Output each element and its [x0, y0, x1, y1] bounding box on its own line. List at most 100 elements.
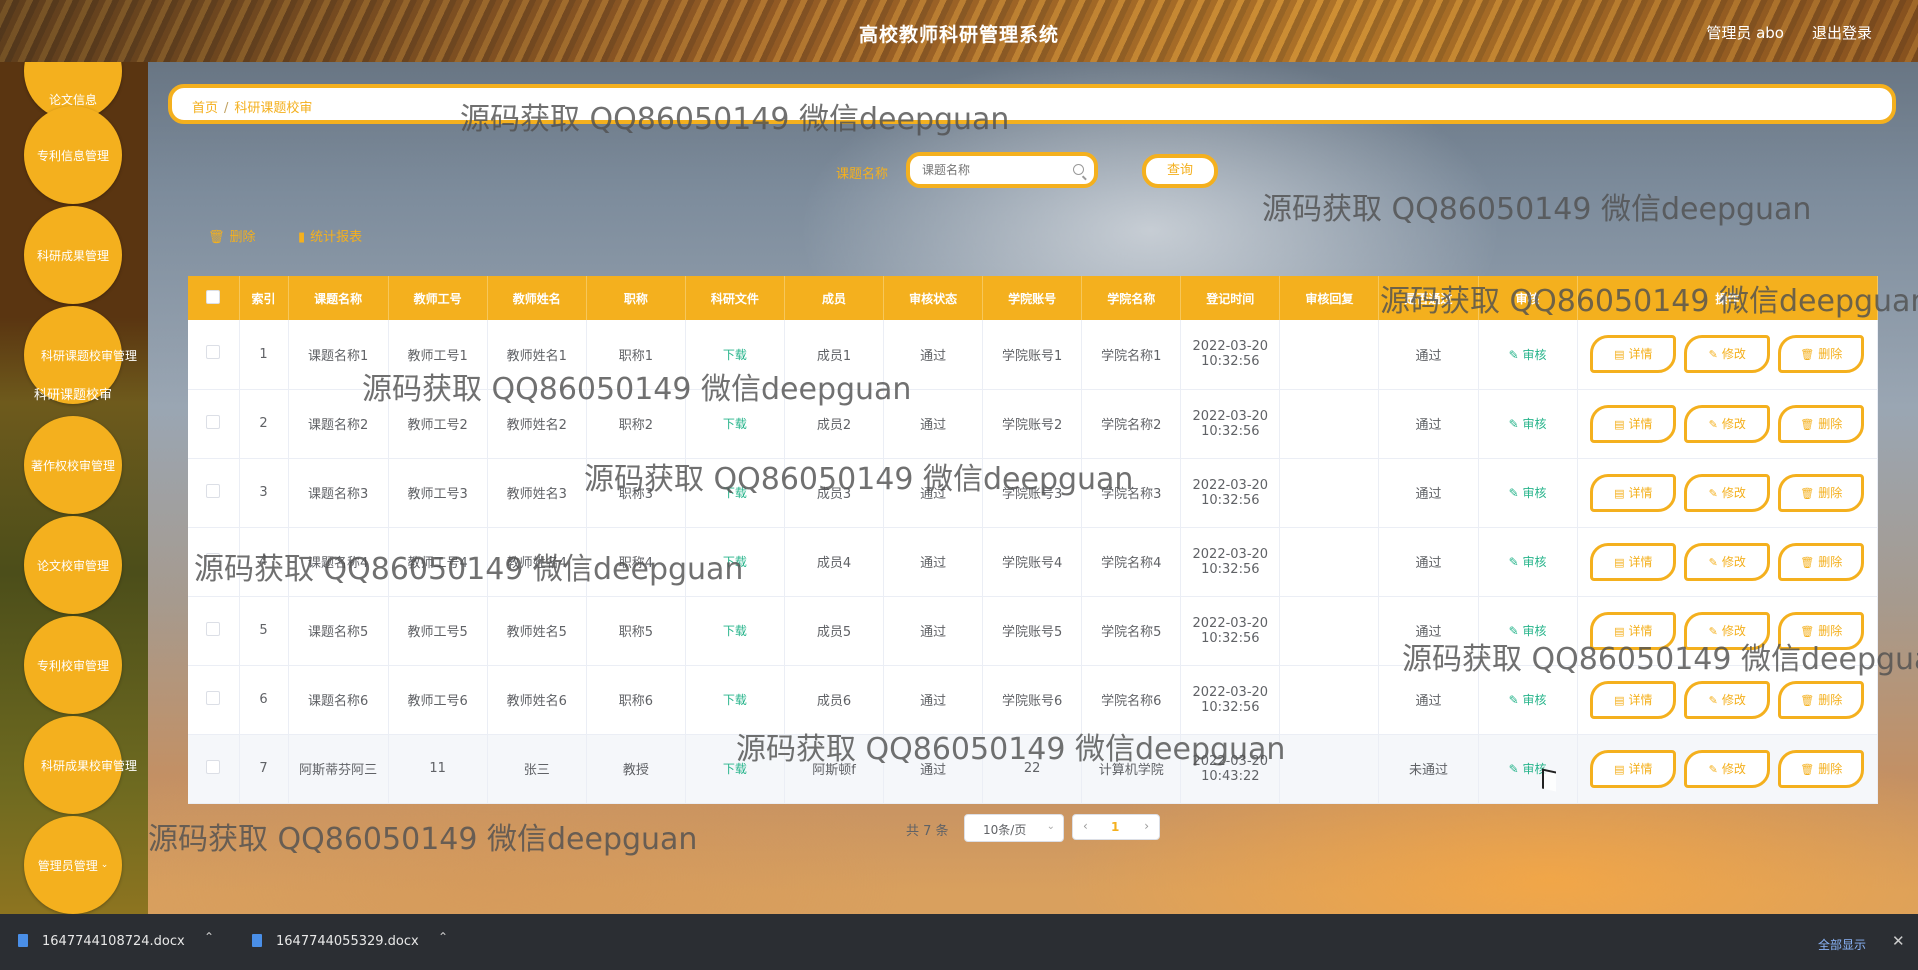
- audit-link[interactable]: ✎ 审核: [1509, 486, 1547, 500]
- edit-pen-icon: ✎: [1708, 555, 1718, 569]
- delete-button[interactable]: 🗑 删除: [1778, 542, 1865, 581]
- report-button[interactable]: ▮ 统计报表: [298, 226, 362, 245]
- table-row: 5 课题名称5 教师工号5 教师姓名5 职称5 下载 成员5 通过 学院账号5 学院名称5 2022…: [188, 596, 1879, 666]
- row-checkbox[interactable]: [206, 483, 221, 498]
- delete-label: 删除: [1818, 347, 1843, 362]
- download-file-item[interactable]: 1647744055329.docx: [252, 934, 419, 949]
- batch-delete-button[interactable]: 🗑 删除: [208, 226, 256, 245]
- detail-button[interactable]: ▤ 详情: [1590, 542, 1677, 581]
- download-link[interactable]: 下载: [723, 348, 747, 362]
- delete-button[interactable]: 🗑 删除: [1778, 404, 1865, 443]
- row-checkbox[interactable]: [206, 552, 221, 567]
- sidebar-subitem-project-review[interactable]: 科研课题校审: [0, 384, 148, 403]
- cell-index: 3: [239, 458, 289, 528]
- cell-register-time: 2022-03-20 10:32:56: [1180, 389, 1281, 459]
- delete-button[interactable]: 🗑 删除: [1778, 335, 1865, 374]
- edit-button[interactable]: ✎ 修改: [1684, 542, 1771, 581]
- edit-button[interactable]: ✎ 修改: [1684, 473, 1771, 512]
- sidebar-item-label: 科研成果校审管理: [40, 758, 137, 773]
- sidebar-item-patent-review[interactable]: 专利校审管理: [24, 616, 122, 714]
- show-all-downloads-button[interactable]: 全部显示: [1818, 936, 1866, 953]
- download-link[interactable]: 下载: [723, 693, 747, 707]
- edit-pen-icon: ✎: [1708, 348, 1718, 362]
- audit-link[interactable]: ✎ 审核: [1509, 555, 1547, 569]
- audit-link[interactable]: ✎ 审核: [1509, 762, 1547, 776]
- edit-button[interactable]: ✎ 修改: [1684, 335, 1771, 374]
- select-all-checkbox[interactable]: [206, 289, 221, 304]
- edit-pen-icon: ✎: [1708, 693, 1718, 707]
- edit-button[interactable]: ✎ 修改: [1684, 680, 1771, 719]
- detail-button[interactable]: ▤ 详情: [1590, 473, 1677, 512]
- column-header: 审核: [1478, 276, 1578, 320]
- cell-project-name: 课题名称3: [288, 458, 389, 528]
- download-file-name: 1647744055329.docx: [276, 934, 419, 949]
- row-checkbox[interactable]: [206, 621, 221, 636]
- column-header: 索引: [239, 276, 289, 320]
- table-header-row: 索引 课题名称 教师工号 教师姓名 职称 科研文件 成员 审核状态 学院账号 学…: [188, 276, 1879, 320]
- sidebar-item-paper-review[interactable]: 论文校审管理: [24, 516, 122, 614]
- cell-review-reply: [1279, 734, 1380, 804]
- breadcrumb-home[interactable]: 首页: [192, 101, 218, 116]
- sidebar-item-patent[interactable]: 专利信息管理: [24, 106, 122, 204]
- download-bar: 1647744108724.docx ⌃ 1647744055329.docx …: [0, 914, 1918, 970]
- download-file-item[interactable]: 1647744108724.docx: [18, 934, 185, 949]
- cell-review-status: 通过: [883, 320, 984, 390]
- cell-review-status: 通过: [883, 665, 984, 735]
- breadcrumb-current: 科研课题校审: [234, 101, 313, 116]
- watermark-text: 源码获取 QQ86050149 微信deepguan: [148, 822, 698, 857]
- cell-audit: ✎ 审核: [1478, 596, 1578, 666]
- search-box: [906, 152, 1098, 188]
- close-icon[interactable]: ✕: [1892, 932, 1905, 950]
- row-checkbox[interactable]: [206, 345, 221, 360]
- row-checkbox[interactable]: [206, 759, 221, 774]
- column-header: 登记时间: [1180, 276, 1281, 320]
- detail-button[interactable]: ▤ 详情: [1590, 611, 1677, 650]
- edit-label: 修改: [1721, 623, 1746, 638]
- cell-member: 成员4: [784, 527, 885, 597]
- detail-button[interactable]: ▤ 详情: [1590, 680, 1677, 719]
- sidebar-item-copyright-review[interactable]: 著作权校审管理: [24, 416, 122, 514]
- download-link[interactable]: 下载: [723, 417, 747, 431]
- audit-link[interactable]: ✎ 审核: [1509, 624, 1547, 638]
- download-link[interactable]: 下载: [723, 624, 747, 638]
- delete-button[interactable]: 🗑 删除: [1778, 611, 1865, 650]
- delete-label: 删除: [1818, 692, 1843, 707]
- audit-link[interactable]: ✎ 审核: [1509, 693, 1547, 707]
- cell-teacher-id: 教师工号6: [388, 665, 488, 735]
- table-row: 7 阿斯蒂芬阿三 11 张三 教授 下载 阿斯顿f 通过 22 计算机学院 2022-03-20 10…: [188, 734, 1879, 804]
- sidebar-item-achievement-review[interactable]: 科研成果校审管理: [24, 716, 137, 814]
- audit-link[interactable]: ✎ 审核: [1509, 348, 1547, 362]
- search-input[interactable]: [922, 156, 1082, 184]
- audit-link[interactable]: ✎ 审核: [1509, 417, 1547, 431]
- register-clock: 10:32:56: [1201, 423, 1260, 439]
- download-link[interactable]: 下载: [723, 486, 747, 500]
- delete-button[interactable]: 🗑 删除: [1778, 473, 1865, 512]
- prev-page-button[interactable]: ‹: [1083, 819, 1088, 833]
- row-checkbox[interactable]: [206, 690, 221, 705]
- edit-button[interactable]: ✎ 修改: [1684, 611, 1771, 650]
- detail-button[interactable]: ▤ 详情: [1590, 749, 1677, 788]
- download-link[interactable]: 下载: [723, 555, 747, 569]
- row-checkbox[interactable]: [206, 414, 221, 429]
- delete-button[interactable]: 🗑 删除: [1778, 749, 1865, 788]
- edit-button[interactable]: ✎ 修改: [1684, 749, 1771, 788]
- detail-button[interactable]: ▤ 详情: [1590, 404, 1677, 443]
- edit-pen-icon: ✎: [1708, 417, 1718, 431]
- chevron-down-icon: ⌄: [1046, 821, 1055, 832]
- detail-button[interactable]: ▤ 详情: [1590, 335, 1677, 374]
- logout-button[interactable]: 退出登录: [1812, 22, 1872, 43]
- query-button[interactable]: 查询: [1142, 154, 1218, 188]
- page-number-current[interactable]: 1: [1111, 820, 1119, 834]
- cell-research-file: 下载: [685, 596, 785, 666]
- chevron-up-icon[interactable]: ⌃: [204, 930, 214, 944]
- edit-button[interactable]: ✎ 修改: [1684, 404, 1771, 443]
- page-size-select[interactable]: 10条/页 ⌄: [964, 814, 1064, 842]
- download-link[interactable]: 下载: [723, 762, 747, 776]
- next-page-button[interactable]: ›: [1144, 819, 1149, 833]
- delete-button[interactable]: 🗑 删除: [1778, 680, 1865, 719]
- sidebar-item-admin[interactable]: 管理员管理 ⌄: [24, 816, 122, 914]
- chevron-up-icon[interactable]: ⌃: [438, 930, 448, 944]
- cell-pass: 通过: [1378, 665, 1479, 735]
- sidebar-item-achievement[interactable]: 科研成果管理: [24, 206, 122, 304]
- audit-label: 审核: [1522, 555, 1547, 569]
